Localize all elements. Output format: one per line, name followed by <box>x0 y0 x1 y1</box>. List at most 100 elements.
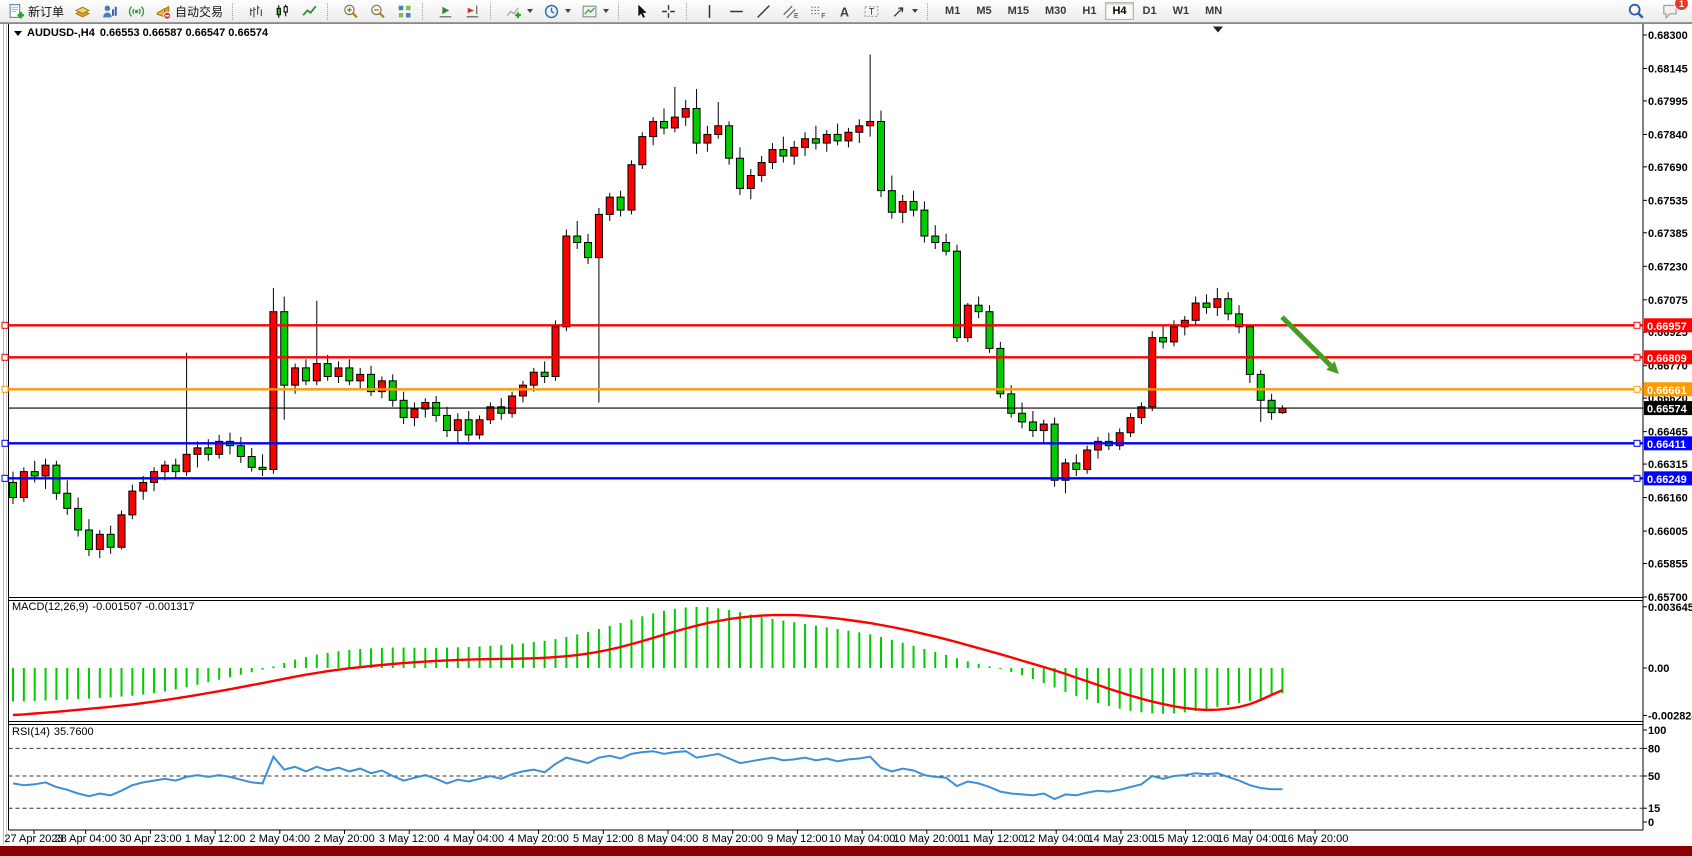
auto-trading-button-label: 自动交易 <box>175 3 223 20</box>
hline-handle[interactable] <box>2 475 8 481</box>
svg-text:0.65855: 0.65855 <box>1648 558 1688 570</box>
templates-button[interactable] <box>577 0 613 22</box>
svg-text:0.66809: 0.66809 <box>1647 353 1687 365</box>
text-button[interactable]: A <box>832 0 857 22</box>
chart-shift-icon <box>464 3 481 20</box>
svg-text:8 May 04:00: 8 May 04:00 <box>638 833 699 845</box>
chat-button[interactable]: 1 <box>1657 0 1683 22</box>
vertical-line-button[interactable] <box>697 0 722 22</box>
hline-handle[interactable] <box>1634 386 1640 392</box>
trendline-icon <box>755 3 772 20</box>
signals-button[interactable] <box>124 0 149 22</box>
indicators-button[interactable] <box>501 0 537 22</box>
fibonacci-button[interactable]: F <box>805 0 830 22</box>
svg-text:0.67840: 0.67840 <box>1648 129 1688 141</box>
svg-text:16 May 20:00: 16 May 20:00 <box>1282 833 1349 845</box>
svg-text:0.66249: 0.66249 <box>1647 474 1687 486</box>
svg-text:-0.002824: -0.002824 <box>1648 710 1692 722</box>
hline-handle[interactable] <box>1634 354 1640 360</box>
svg-text:10 May 04:00: 10 May 04:00 <box>829 833 896 845</box>
zoom-out-button[interactable] <box>365 0 390 22</box>
trendline-button[interactable] <box>751 0 776 22</box>
hline-handle[interactable] <box>1634 322 1640 328</box>
crosshair-button[interactable] <box>656 0 681 22</box>
tile-windows-icon <box>396 3 413 20</box>
chart-canvas[interactable]: 0.683000.681450.679950.678400.676900.675… <box>0 0 1692 856</box>
channel-button[interactable]: E <box>778 0 803 22</box>
svg-text:28 Apr 04:00: 28 Apr 04:00 <box>55 833 117 845</box>
zoom-out-icon <box>369 3 386 20</box>
toolbar-separator <box>232 3 239 20</box>
macd-values: -0.001507 -0.001317 <box>92 601 194 613</box>
arrows-button[interactable] <box>886 0 922 22</box>
auto-scroll-icon <box>437 3 454 20</box>
rsi-pane: 1008050150 <box>9 725 1667 829</box>
zoom-in-button[interactable] <box>338 0 363 22</box>
svg-text:T: T <box>869 6 875 16</box>
svg-text:5 May 12:00: 5 May 12:00 <box>573 833 634 845</box>
gold-cube-icon <box>74 3 91 20</box>
hline-handle[interactable] <box>2 354 8 360</box>
hline-handle[interactable] <box>2 386 8 392</box>
horizontal-line-button[interactable] <box>724 0 749 22</box>
chart-shift-marker[interactable] <box>1213 27 1223 33</box>
auto-trading-button[interactable]: 自动交易 <box>151 0 227 22</box>
svg-text:0.66661: 0.66661 <box>1647 385 1687 397</box>
search-icon <box>1627 2 1645 20</box>
search-button[interactable] <box>1623 0 1649 22</box>
bar-chart-button[interactable] <box>243 0 268 22</box>
community-button[interactable] <box>97 0 122 22</box>
svg-text:16 May 04:00: 16 May 04:00 <box>1217 833 1284 845</box>
hline-handle[interactable] <box>1634 475 1640 481</box>
clock-icon <box>543 3 560 20</box>
svg-text:0.003645: 0.003645 <box>1648 602 1692 614</box>
hline-handle[interactable] <box>2 322 8 328</box>
timeframe-w1-button[interactable]: W1 <box>1166 2 1197 20</box>
chart-symbol-period: AUDUSD-,H4 <box>27 27 95 39</box>
svg-text:9 May 12:00: 9 May 12:00 <box>767 833 828 845</box>
svg-text:0.67385: 0.67385 <box>1648 228 1688 240</box>
macd-indicator-label: MACD(12,26,9)-0.001507 -0.001317 <box>12 601 199 613</box>
chart-shift-button[interactable] <box>460 0 485 22</box>
timeframe-m1-button[interactable]: M1 <box>938 2 967 20</box>
timeframe-h1-button[interactable]: H1 <box>1075 2 1103 20</box>
svg-text:0.66160: 0.66160 <box>1648 493 1688 505</box>
svg-text:1 May 12:00: 1 May 12:00 <box>185 833 246 845</box>
timeframe-h4-button[interactable]: H4 <box>1105 2 1133 20</box>
chevron-down-icon[interactable] <box>912 9 918 13</box>
chart-ohlc-values: 0.66553 0.66587 0.66547 0.66574 <box>100 27 268 39</box>
new-order-button[interactable]: 新订单 <box>4 0 68 22</box>
hline-handle[interactable] <box>1634 440 1640 446</box>
tile-windows-button[interactable] <box>392 0 417 22</box>
chevron-down-icon[interactable] <box>527 9 533 13</box>
chevron-down-icon[interactable] <box>603 9 609 13</box>
toolbar-separator <box>490 3 497 20</box>
cursor-button[interactable] <box>629 0 654 22</box>
line-chart-icon <box>301 3 318 20</box>
main-toolbar: 新订单 自动交易 EFA T M1M5M15M30H1H4D1W1MN 1 <box>0 0 1692 23</box>
timeframe-m15-button[interactable]: M15 <box>1001 2 1036 20</box>
chevron-down-icon[interactable] <box>565 9 571 13</box>
market-watch-button[interactable] <box>70 0 95 22</box>
chart-dropdown-icon[interactable] <box>14 31 22 36</box>
svg-text:50: 50 <box>1648 771 1660 783</box>
timeframe-d1-button[interactable]: D1 <box>1136 2 1164 20</box>
line-chart-button[interactable] <box>297 0 322 22</box>
periods-button[interactable] <box>539 0 575 22</box>
candle-chart-icon <box>274 3 291 20</box>
svg-text:8 May 20:00: 8 May 20:00 <box>702 833 763 845</box>
hline-icon <box>728 3 745 20</box>
svg-text:0.67230: 0.67230 <box>1648 261 1688 273</box>
timeframe-m5-button[interactable]: M5 <box>969 2 998 20</box>
price-badge-0.66411: 0.66411 <box>1644 436 1692 451</box>
timeframe-mn-button[interactable]: MN <box>1198 2 1229 20</box>
svg-text:0.67690: 0.67690 <box>1648 162 1688 174</box>
price-axis-labels: 0.683000.681450.679950.678400.676900.675… <box>1643 30 1688 604</box>
cursor-icon <box>633 3 650 20</box>
timeframe-m30-button[interactable]: M30 <box>1038 2 1073 20</box>
auto-scroll-button[interactable] <box>433 0 458 22</box>
rsi-line <box>13 751 1282 799</box>
hline-handle[interactable] <box>2 440 8 446</box>
candle-chart-button[interactable] <box>270 0 295 22</box>
label-button[interactable]: T <box>859 0 884 22</box>
